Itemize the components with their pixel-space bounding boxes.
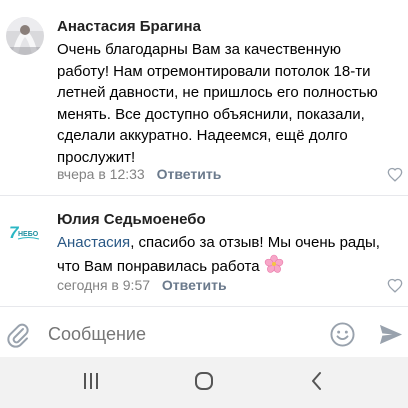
divider bbox=[0, 306, 408, 307]
avatar[interactable]: 7 НЕБО bbox=[6, 212, 44, 250]
comment-time: вчера в 12:33 bbox=[57, 166, 145, 182]
heart-icon[interactable] bbox=[387, 278, 403, 293]
home-icon[interactable] bbox=[191, 370, 217, 392]
comment-text: Очень благодарны Вам за качественную раб… bbox=[57, 39, 397, 169]
paperclip-icon[interactable] bbox=[6, 322, 30, 348]
comment-text-line: летней давности, не пришлось его полност… bbox=[57, 84, 378, 102]
recent-apps-icon[interactable] bbox=[78, 370, 104, 392]
message-composer bbox=[0, 312, 408, 357]
comment-text: Анастасия, спасибо за отзыв! Мы очень ра… bbox=[57, 232, 397, 277]
comment-time: сегодня в 9:57 bbox=[57, 277, 151, 293]
heart-icon[interactable] bbox=[387, 167, 403, 182]
mention-link[interactable]: Анастасия bbox=[57, 234, 130, 251]
logo-text: НЕБО bbox=[18, 231, 39, 238]
back-icon[interactable] bbox=[304, 370, 330, 392]
reply-button[interactable]: Ответить bbox=[162, 277, 227, 293]
comment-text-line: сделали аккуратно. Надеемся, ещё долго bbox=[57, 127, 348, 145]
comment-text-line: работу! Нам отремонтировали потолок 18-т… bbox=[57, 62, 371, 80]
comment-text-line: Очень благодарны Вам за качественную bbox=[57, 41, 342, 58]
comment-text-line: что Вам понравилась работа bbox=[57, 254, 397, 278]
comment-author[interactable]: Юлия Седьмоенебо bbox=[57, 211, 206, 228]
reply-button[interactable]: Ответить bbox=[157, 166, 222, 182]
avatar-logo: 7 НЕБО bbox=[6, 212, 44, 250]
avatar-photo bbox=[6, 17, 44, 55]
comment: Анастасия Брагина Очень благодарны Вам з… bbox=[0, 0, 408, 196]
comment: 7 НЕБО Юлия Седьмоенебо Анастасия, спаси… bbox=[0, 196, 408, 307]
comment-text-fragment: что Вам понравилась работа bbox=[57, 257, 260, 275]
message-input[interactable] bbox=[48, 324, 318, 345]
comment-meta: вчера в 12:33 Ответить bbox=[57, 166, 221, 182]
comment-author[interactable]: Анастасия Брагина bbox=[57, 18, 201, 35]
cherry-blossom-emoji bbox=[264, 254, 283, 273]
comment-text-fragment: , спасибо за отзыв! Мы очень рады, bbox=[130, 234, 380, 251]
system-nav-bar bbox=[0, 357, 408, 408]
comment-text-line: Анастасия, спасибо за отзыв! Мы очень ра… bbox=[57, 232, 397, 254]
smile-icon[interactable] bbox=[330, 322, 355, 347]
comment-text-line: менять. Все доступно объяснили, показали… bbox=[57, 105, 365, 123]
comment-meta: сегодня в 9:57 Ответить bbox=[57, 277, 227, 293]
send-icon[interactable] bbox=[378, 322, 403, 347]
avatar[interactable] bbox=[6, 17, 44, 55]
